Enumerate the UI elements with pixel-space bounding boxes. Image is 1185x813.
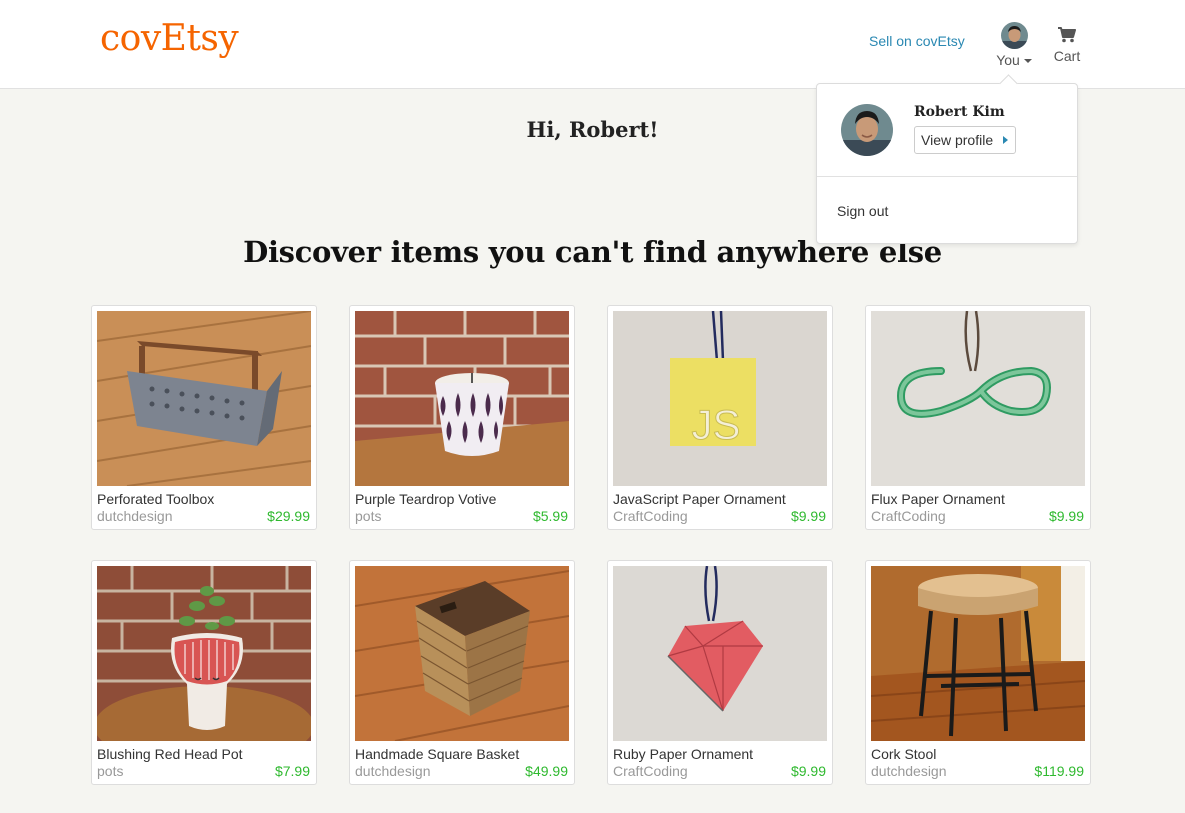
account-dropdown: Robert Kim View profile Sign out [816,83,1078,244]
cart-icon [1058,27,1076,43]
view-profile-label: View profile [921,132,994,148]
listing-image: JS [613,311,827,486]
listing-title: JavaScript Paper Ornament [613,491,786,507]
profile-avatar[interactable] [841,104,893,156]
divider [817,176,1077,177]
listing-price: $29.99 [267,508,310,524]
listing-card[interactable]: Flux Paper Ornament CraftCoding $9.99 [865,305,1091,530]
listing-title: Purple Teardrop Votive [355,491,497,507]
listing-card[interactable]: JS JavaScript Paper Ornament CraftCoding… [607,305,833,530]
listing-card[interactable]: Blushing Red Head Pot pots $7.99 [91,560,317,785]
listing-price: $49.99 [525,763,568,779]
listing-image [97,566,311,741]
listing-shop[interactable]: dutchdesign [355,763,431,779]
chevron-right-icon [1003,136,1009,144]
listing-image [97,311,311,486]
listing-title: Blushing Red Head Pot [97,746,243,762]
listing-price: $9.99 [1048,508,1084,524]
sell-link[interactable]: Sell on covEtsy [869,33,965,49]
caret-down-icon [1023,58,1032,63]
sign-out-link[interactable]: Sign out [837,203,888,219]
listing-card[interactable]: Purple Teardrop Votive pots $5.99 [349,305,575,530]
cart-label: Cart [1053,48,1081,64]
listing-card[interactable]: Cork Stool dutchdesign $119.99 [865,560,1091,785]
listing-title: Perforated Toolbox [97,491,215,507]
listing-image [355,566,569,741]
listing-price: $5.99 [532,508,568,524]
avatar [1000,22,1028,49]
listing-price: $7.99 [274,763,310,779]
listing-price: $119.99 [1034,763,1084,779]
listing-shop[interactable]: CraftCoding [871,508,946,524]
listing-shop[interactable]: pots [355,508,381,524]
you-label: You [996,52,1020,68]
listing-card[interactable]: Ruby Paper Ornament CraftCoding $9.99 [607,560,833,785]
listing-title: Ruby Paper Ornament [613,746,754,762]
svg-text:JS: JS [691,401,740,448]
profile-name: Robert Kim [914,104,1005,120]
site-logo[interactable]: covEtsy [100,18,239,59]
listing-shop[interactable]: pots [97,763,123,779]
listing-image [871,311,1085,486]
listing-title: Flux Paper Ornament [871,491,1005,507]
view-profile-button[interactable]: View profile [914,126,1017,154]
listing-image [355,311,569,486]
cart-button[interactable]: Cart [1050,27,1084,66]
listing-image [871,566,1085,741]
listing-title: Handmade Square Basket [355,746,520,762]
listing-card[interactable]: Handmade Square Basket dutchdesign $49.9… [349,560,575,785]
listing-title: Cork Stool [871,746,937,762]
listing-card[interactable]: Perforated Toolbox dutchdesign $29.99 [91,305,317,530]
listing-shop[interactable]: dutchdesign [97,508,173,524]
listing-shop[interactable]: dutchdesign [871,763,947,779]
you-menu-button[interactable]: You [992,22,1036,70]
listing-image [613,566,827,741]
listing-shop[interactable]: CraftCoding [613,763,688,779]
listing-price: $9.99 [790,763,826,779]
listing-shop[interactable]: CraftCoding [613,508,688,524]
listing-price: $9.99 [790,508,826,524]
